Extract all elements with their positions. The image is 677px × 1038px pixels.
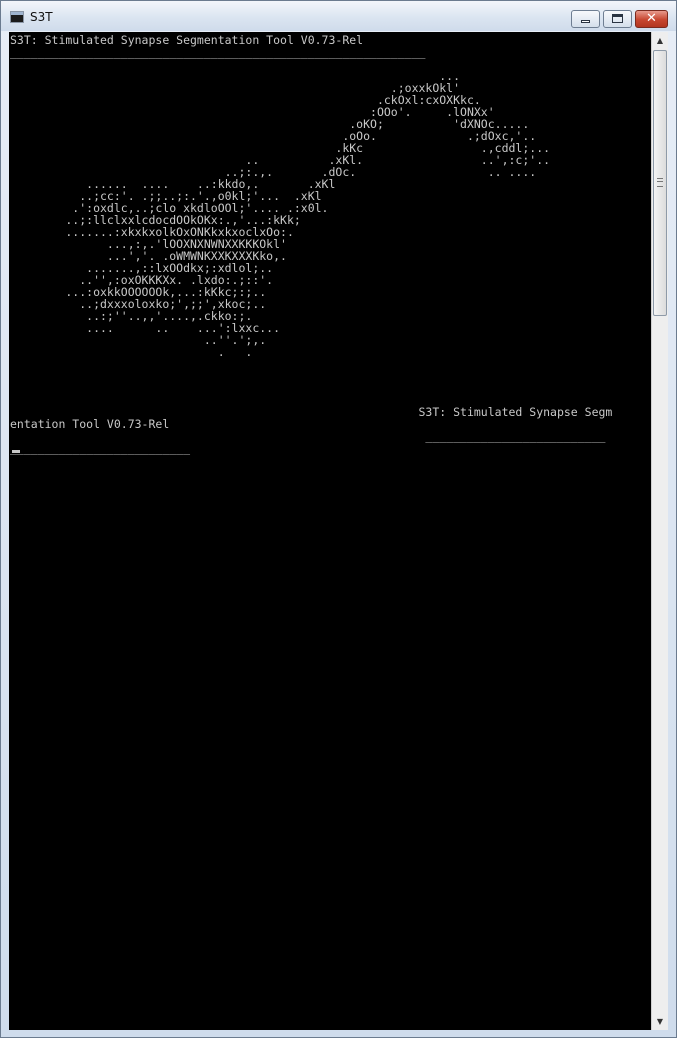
window-title: S3T — [30, 10, 53, 24]
text-cursor — [12, 450, 20, 453]
close-button[interactable]: ✕ — [635, 10, 668, 28]
console-window: S3T ✕ S3T: Stimulated Synapse Segmentati… — [0, 0, 677, 1038]
vertical-scrollbar[interactable]: ▲ ▼ — [651, 32, 668, 1030]
console-app-icon[interactable] — [10, 11, 24, 23]
scroll-down-arrow-icon[interactable]: ▼ — [652, 1013, 668, 1030]
scrollbar-thumb[interactable] — [653, 50, 667, 316]
minimize-button[interactable] — [571, 10, 600, 28]
title-bar[interactable]: S3T ✕ — [1, 1, 676, 31]
grip-icon — [657, 178, 663, 187]
close-icon: ✕ — [646, 11, 657, 26]
maximize-button[interactable] — [603, 10, 632, 28]
minimize-icon — [581, 20, 590, 23]
scroll-up-arrow-icon[interactable]: ▲ — [652, 32, 668, 49]
console-output-area[interactable]: S3T: Stimulated Synapse Segmentation Too… — [9, 32, 651, 1030]
console-output-text: S3T: Stimulated Synapse Segmentation Too… — [10, 33, 613, 455]
maximize-icon — [612, 14, 623, 23]
